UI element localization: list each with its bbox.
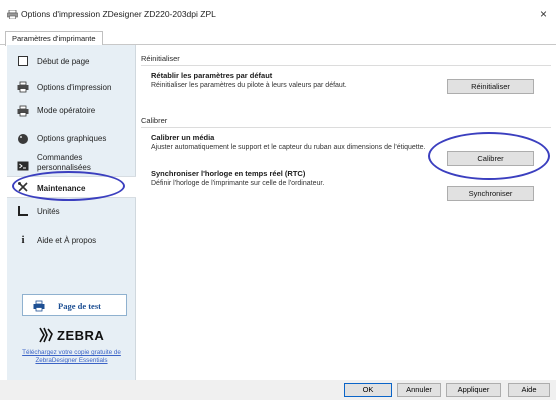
printer-icon bbox=[33, 300, 45, 312]
sidebar-item-label: Options graphiques bbox=[37, 134, 107, 143]
sidebar-item-page-start[interactable]: Début de page bbox=[7, 50, 136, 72]
sidebar-item-label-line2: personnalisées bbox=[37, 163, 91, 172]
window-title: Options d'impression ZDesigner ZD220-203… bbox=[21, 9, 216, 19]
sidebar-item-maintenance[interactable]: Maintenance bbox=[7, 176, 136, 198]
calibrate-button[interactable]: Calibrer bbox=[447, 151, 534, 166]
sidebar-item-label: Aide et À propos bbox=[37, 236, 97, 245]
apply-button[interactable]: Appliquer bbox=[446, 383, 501, 397]
test-page-button[interactable]: Page de test bbox=[22, 294, 127, 316]
tab-bar: Paramètres d'imprimante bbox=[0, 30, 556, 46]
sidebar-item-label: Début de page bbox=[37, 57, 90, 66]
divider bbox=[141, 65, 551, 66]
main-content: Réinitialiser Rétablir les paramètres pa… bbox=[136, 45, 556, 380]
rtc-sync-title: Synchroniser l'horloge en temps réel (RT… bbox=[151, 169, 306, 178]
sidebar-item-label: Unités bbox=[37, 207, 60, 216]
page-icon bbox=[18, 56, 28, 66]
sidebar-item-units[interactable]: Unités bbox=[7, 202, 136, 224]
tab-printer-settings[interactable]: Paramètres d'imprimante bbox=[5, 31, 103, 46]
download-link[interactable]: Téléchargez votre copie gratuite de Zebr… bbox=[17, 349, 126, 365]
info-icon: i bbox=[21, 234, 25, 246]
tools-icon bbox=[18, 182, 28, 192]
palette-icon bbox=[18, 134, 28, 144]
zebra-head-icon bbox=[39, 327, 53, 343]
sidebar: Début de page Options d'impression Mode … bbox=[7, 45, 136, 380]
sidebar-item-label: Maintenance bbox=[37, 184, 86, 193]
section-header-calibrate: Calibrer bbox=[141, 116, 168, 125]
calibrate-media-title: Calibrer un média bbox=[151, 133, 215, 142]
terminal-icon bbox=[17, 161, 29, 171]
cancel-button[interactable]: Annuler bbox=[397, 383, 441, 397]
dialog-footer: OK Annuler Appliquer Aide bbox=[0, 380, 556, 400]
reset-button[interactable]: Réinitialiser bbox=[447, 79, 534, 94]
sidebar-item-help-about[interactable]: i Aide et À propos bbox=[7, 230, 136, 252]
test-page-label: Page de test bbox=[58, 301, 101, 311]
reset-defaults-title: Rétablir les paramètres par défaut bbox=[151, 71, 273, 80]
printer-icon bbox=[17, 81, 29, 93]
title-bar: Options d'impression ZDesigner ZD220-203… bbox=[0, 0, 556, 30]
ruler-icon bbox=[18, 206, 28, 216]
zebra-logo-text: ZEBRA bbox=[57, 328, 105, 343]
synchronize-button[interactable]: Synchroniser bbox=[447, 186, 534, 201]
divider bbox=[141, 127, 551, 128]
reset-defaults-description: Réinitialiser les paramètres du pilote à… bbox=[151, 82, 347, 89]
zebra-logo: ZEBRA bbox=[37, 324, 117, 346]
sidebar-item-custom-commands[interactable]: Commandes personnalisées bbox=[7, 151, 136, 177]
sidebar-item-operating-mode[interactable]: Mode opératoire bbox=[7, 100, 136, 122]
sidebar-item-label: Options d'impression bbox=[37, 83, 112, 92]
section-header-reset: Réinitialiser bbox=[141, 54, 180, 63]
close-icon[interactable]: × bbox=[540, 7, 547, 21]
sidebar-item-label: Mode opératoire bbox=[37, 106, 96, 115]
help-button[interactable]: Aide bbox=[508, 383, 550, 397]
calibrate-media-description: Ajuster automatiquement le support et le… bbox=[151, 144, 426, 151]
ok-button[interactable]: OK bbox=[344, 383, 392, 397]
printer-icon bbox=[7, 10, 18, 19]
printer-mode-icon bbox=[17, 105, 29, 117]
sidebar-item-label-line1: Commandes bbox=[37, 153, 83, 162]
sidebar-item-graphic-options[interactable]: Options graphiques bbox=[7, 127, 136, 149]
rtc-sync-description: Définir l'horloge de l'imprimante sur ce… bbox=[151, 180, 325, 187]
sidebar-item-print-options[interactable]: Options d'impression bbox=[7, 75, 136, 97]
